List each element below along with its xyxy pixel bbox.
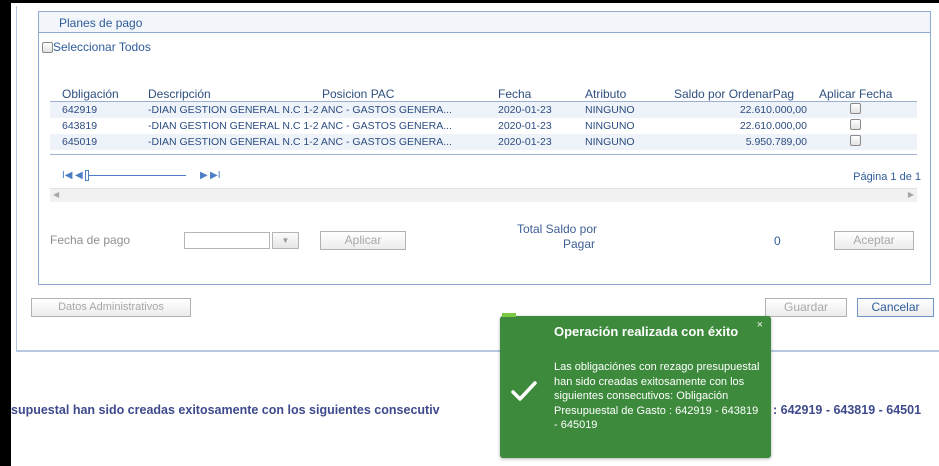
grid-body: 642919 -DIAN GESTION GENERAL N.C 1-2 ANC… xyxy=(50,102,917,150)
aplicar-fecha-checkbox[interactable] xyxy=(850,135,861,146)
col-descripcion[interactable]: Descripción xyxy=(148,87,211,101)
table-row[interactable]: 643819 -DIAN GESTION GENERAL N.C 1-2 ANC… xyxy=(50,118,917,134)
table-row[interactable]: 642919 -DIAN GESTION GENERAL N.C 1-2 ANC… xyxy=(50,102,917,118)
col-fecha[interactable]: Fecha xyxy=(498,87,531,101)
success-notification: × Operación realizada con éxito Las obli… xyxy=(500,313,771,458)
cell-descripcion: -DIAN GESTION GENERAL N.C 1-2 ANC - GAST… xyxy=(148,104,452,116)
prev-page-icon[interactable]: ◀ xyxy=(75,170,83,181)
col-atributo[interactable]: Atributo xyxy=(585,87,626,101)
marquee-text-left: supuestal han sido creadas exitosamente … xyxy=(11,403,440,417)
chevron-down-icon: ▼ xyxy=(281,236,290,245)
col-saldo[interactable]: Saldo por OrdenarPag xyxy=(674,87,794,101)
cell-obligacion: 643819 xyxy=(62,120,98,132)
pager-slider-track[interactable] xyxy=(86,175,186,176)
total-saldo-value: 0 xyxy=(774,234,781,248)
col-obligacion[interactable]: Obligación xyxy=(62,87,119,101)
notification-message: Las obligaciónes con rezago presupuestal… xyxy=(554,361,760,431)
horizontal-scrollbar[interactable]: ◀ ▶ xyxy=(50,188,917,202)
obligations-grid: Obligación Descripción Posicion PAC Fech… xyxy=(50,86,917,150)
guardar-button[interactable]: Guardar xyxy=(765,298,847,317)
total-saldo-label: Total Saldo por Pagar xyxy=(497,222,617,252)
window-top-edge xyxy=(0,0,939,3)
pager-slider-handle[interactable] xyxy=(85,170,89,181)
col-aplicar-fecha[interactable]: Aplicar Fecha xyxy=(819,87,892,101)
close-icon[interactable]: × xyxy=(757,319,763,331)
fecha-de-pago-input[interactable] xyxy=(184,232,270,249)
total-saldo-label-line2: Pagar xyxy=(562,237,596,251)
last-page-icon[interactable]: ▶I xyxy=(210,170,220,181)
datos-administrativos-button[interactable]: Datos Administrativos xyxy=(31,298,191,317)
status-marquee: supuestal han sido creadas exitosamente … xyxy=(11,403,939,419)
cell-saldo: 22.610.000,00 xyxy=(739,120,807,132)
cell-obligacion: 642919 xyxy=(62,104,98,116)
select-all[interactable]: Seleccionar Todos xyxy=(42,40,151,54)
planes-de-pago-panel: Planes de pago Seleccionar Todos Obligac… xyxy=(38,11,931,285)
cell-fecha: 2020-01-23 xyxy=(498,120,552,132)
select-all-checkbox[interactable] xyxy=(42,41,53,53)
cell-descripcion: -DIAN GESTION GENERAL N.C 1-2 ANC - GAST… xyxy=(148,120,452,132)
cell-fecha: 2020-01-23 xyxy=(498,136,552,148)
cell-descripcion: -DIAN GESTION GENERAL N.C 1-2 ANC - GAST… xyxy=(148,136,452,148)
aceptar-button[interactable]: Aceptar xyxy=(834,231,914,250)
aplicar-button[interactable]: Aplicar xyxy=(320,231,406,250)
date-dropdown-button[interactable]: ▼ xyxy=(272,232,299,249)
cell-obligacion: 645019 xyxy=(62,136,98,148)
cell-atributo: NINGUNO xyxy=(585,104,635,116)
scroll-right-icon[interactable]: ▶ xyxy=(908,190,914,199)
scroll-left-icon[interactable]: ◀ xyxy=(53,190,59,199)
table-row[interactable]: 645019 -DIAN GESTION GENERAL N.C 1-2 ANC… xyxy=(50,134,917,150)
marquee-text-right: : 642919 - 643819 - 64501 xyxy=(773,403,922,417)
window-left-edge xyxy=(0,0,11,466)
select-all-label: Seleccionar Todos xyxy=(53,40,151,54)
frame-bottom-divider xyxy=(16,351,939,352)
cell-fecha: 2020-01-23 xyxy=(498,104,552,116)
cell-atributo: NINGUNO xyxy=(585,120,635,132)
next-page-icon[interactable]: ▶ xyxy=(200,170,208,181)
aplicar-fecha-checkbox[interactable] xyxy=(850,103,861,114)
cell-saldo: 5.950.789,00 xyxy=(745,136,807,148)
grid-header: Obligación Descripción Posicion PAC Fech… xyxy=(50,86,917,102)
grid-pager: I◀ ◀ ▶ ▶I Página 1 de 1 xyxy=(50,154,921,189)
first-page-icon[interactable]: I◀ xyxy=(62,170,72,181)
total-saldo-label-line1: Total Saldo por xyxy=(516,222,598,236)
notification-title: Operación realizada con éxito xyxy=(554,324,739,339)
page-indicator: Página 1 de 1 xyxy=(853,171,921,183)
panel-title: Planes de pago xyxy=(39,12,930,33)
checkmark-icon xyxy=(511,381,537,401)
aplicar-fecha-checkbox[interactable] xyxy=(850,119,861,130)
notification-accent-tab xyxy=(502,313,516,317)
cell-atributo: NINGUNO xyxy=(585,136,635,148)
cancelar-button[interactable]: Cancelar xyxy=(857,298,934,317)
fecha-de-pago-label: Fecha de pago xyxy=(50,233,131,247)
cell-saldo: 22.610.000,00 xyxy=(739,104,807,116)
col-posicion-pac[interactable]: Posicion PAC xyxy=(322,87,394,101)
